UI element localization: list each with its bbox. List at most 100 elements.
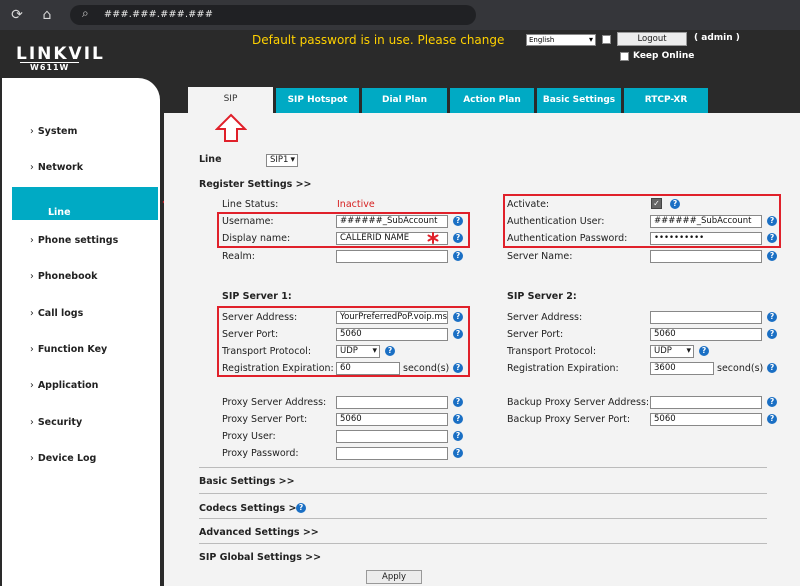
server-1-transport-select[interactable]: UDP xyxy=(336,345,380,358)
activate-checkbox[interactable]: ✓ xyxy=(651,198,662,209)
line-status-value: Inactive xyxy=(337,199,375,210)
username-label: Username: xyxy=(222,216,274,227)
sidebar xyxy=(2,78,160,586)
proxy-address-input[interactable] xyxy=(336,396,448,409)
help-icon[interactable]: ? xyxy=(767,397,777,407)
reload-icon[interactable]: ⟳ xyxy=(8,6,26,24)
proxy-user-label: Proxy User: xyxy=(222,431,276,442)
annotation-arrow-up xyxy=(215,113,247,142)
apply-button[interactable]: Apply xyxy=(366,570,422,584)
sidebar-item-network[interactable]: › Network xyxy=(30,162,83,173)
password-warning[interactable]: Default password is in use. Please chang… xyxy=(252,33,504,47)
tab-basic-settings[interactable]: Basic Settings xyxy=(537,88,621,113)
server-1-expiration-label: Registration Expiration: xyxy=(222,363,334,374)
register-settings-header[interactable]: Register Settings >> xyxy=(199,179,312,190)
proxy-port-input[interactable]: 5060 xyxy=(336,413,448,426)
line-label: Line xyxy=(199,154,222,165)
auth-password-label: Authentication Password: xyxy=(507,233,628,244)
sidebar-item-device-log[interactable]: › Device Log xyxy=(30,453,96,464)
help-icon[interactable]: ? xyxy=(767,251,777,261)
sidebar-item-application[interactable]: › Application xyxy=(30,380,98,391)
address-bar[interactable]: ⌕ ###.###.###.### xyxy=(70,5,476,25)
app-header: LINKVIL W611W Default password is in use… xyxy=(0,30,800,78)
proxy-password-label: Proxy Password: xyxy=(222,448,299,459)
line-status-label: Line Status: xyxy=(222,199,279,210)
logout-button[interactable]: Logout xyxy=(617,32,687,46)
advanced-settings-header[interactable]: Advanced Settings >> xyxy=(199,527,319,538)
tab-dial-plan[interactable]: Dial Plan xyxy=(362,88,447,113)
help-icon[interactable]: ? xyxy=(453,363,463,373)
auth-user-label: Authentication User: xyxy=(507,216,605,227)
search-icon: ⌕ xyxy=(82,6,89,20)
auth-user-input[interactable]: ######_SubAccount xyxy=(650,215,762,228)
divider xyxy=(199,467,767,468)
proxy-port-label: Proxy Server Port: xyxy=(222,414,308,425)
backup-proxy-port-input[interactable]: 5060 xyxy=(650,413,762,426)
help-icon[interactable]: ? xyxy=(453,448,463,458)
divider xyxy=(199,543,767,544)
help-icon[interactable]: ? xyxy=(453,233,463,243)
tab-rtcp-xr[interactable]: RTCP-XR xyxy=(624,88,708,113)
help-icon[interactable]: ? xyxy=(767,216,777,226)
sidebar-item-phonebook[interactable]: › Phonebook xyxy=(30,271,97,282)
server-1-expiration-input[interactable]: 60 xyxy=(336,362,400,375)
help-icon[interactable]: ? xyxy=(453,431,463,441)
username-input[interactable]: ######_SubAccount xyxy=(336,215,448,228)
server-2-address-label: Server Address: xyxy=(507,312,583,323)
help-icon[interactable]: ? xyxy=(767,329,777,339)
server-2-port-input[interactable]: 5060 xyxy=(650,328,762,341)
line-select[interactable]: SIP1 xyxy=(266,154,298,167)
auth-password-input[interactable]: •••••••••• xyxy=(650,232,762,245)
server-1-port-label: Server Port: xyxy=(222,329,279,340)
sidebar-item-function-key[interactable]: › Function Key xyxy=(30,344,107,355)
help-icon[interactable]: ? xyxy=(767,233,777,243)
home-icon[interactable]: ⌂ xyxy=(38,6,56,24)
server-2-expiration-input[interactable]: 3600 xyxy=(650,362,714,375)
basic-settings-header[interactable]: Basic Settings >> xyxy=(199,476,295,487)
sip-global-settings-header[interactable]: SIP Global Settings >> xyxy=(199,552,321,563)
help-icon[interactable]: ? xyxy=(453,216,463,226)
activate-label: Activate: xyxy=(507,199,550,210)
help-icon[interactable]: ? xyxy=(767,363,777,373)
backup-proxy-address-label: Backup Proxy Server Address: xyxy=(507,397,650,408)
brand-logo: LINKVIL xyxy=(16,44,105,64)
server-1-expiration-unit: second(s) xyxy=(403,363,450,374)
proxy-user-input[interactable] xyxy=(336,430,448,443)
help-icon[interactable]: ? xyxy=(699,346,709,356)
divider xyxy=(199,518,767,519)
server-2-transport-label: Transport Protocol: xyxy=(507,346,597,357)
language-select[interactable]: English xyxy=(526,34,596,46)
help-icon[interactable]: ? xyxy=(767,312,777,322)
tab-action-plan[interactable]: Action Plan xyxy=(450,88,534,113)
proxy-password-input[interactable] xyxy=(336,447,448,460)
server-1-port-input[interactable]: 5060 xyxy=(336,328,448,341)
realm-input[interactable] xyxy=(336,250,448,263)
server-2-address-input[interactable] xyxy=(650,311,762,324)
tab-sip-hotspot[interactable]: SIP Hotspot xyxy=(276,88,359,113)
sidebar-item-security[interactable]: › Security xyxy=(30,417,82,428)
sidebar-item-line[interactable]: › Line xyxy=(12,187,158,220)
keep-online-checkbox[interactable] xyxy=(620,52,629,61)
sidebar-item-phone-settings[interactable]: › Phone settings xyxy=(30,235,118,246)
server-name-label: Server Name: xyxy=(507,251,573,262)
sidebar-item-call-logs[interactable]: › Call logs xyxy=(30,308,83,319)
help-icon[interactable]: ? xyxy=(385,346,395,356)
help-icon[interactable]: ? xyxy=(670,199,680,209)
backup-proxy-address-input[interactable] xyxy=(650,396,762,409)
help-icon[interactable]: ? xyxy=(453,397,463,407)
help-icon[interactable]: ? xyxy=(767,414,777,424)
help-icon[interactable]: ? xyxy=(296,503,306,513)
sidebar-item-system[interactable]: › System xyxy=(30,126,77,137)
server-name-input[interactable] xyxy=(650,250,762,263)
codecs-settings-header[interactable]: Codecs Settings >> xyxy=(199,503,304,514)
help-icon[interactable]: ? xyxy=(453,312,463,322)
help-icon[interactable]: ? xyxy=(453,251,463,261)
header-checkbox[interactable] xyxy=(602,35,611,44)
server-2-transport-select[interactable]: UDP xyxy=(650,345,694,358)
tab-sip[interactable]: SIP xyxy=(188,87,273,114)
help-icon[interactable]: ? xyxy=(453,329,463,339)
browser-toolbar: ⟳ ⌂ ⌕ ###.###.###.### xyxy=(0,0,800,30)
server-1-address-input[interactable]: YourPreferredPoP.voip.ms xyxy=(336,311,448,324)
server-2-expiration-label: Registration Expiration: xyxy=(507,363,619,374)
help-icon[interactable]: ? xyxy=(453,414,463,424)
